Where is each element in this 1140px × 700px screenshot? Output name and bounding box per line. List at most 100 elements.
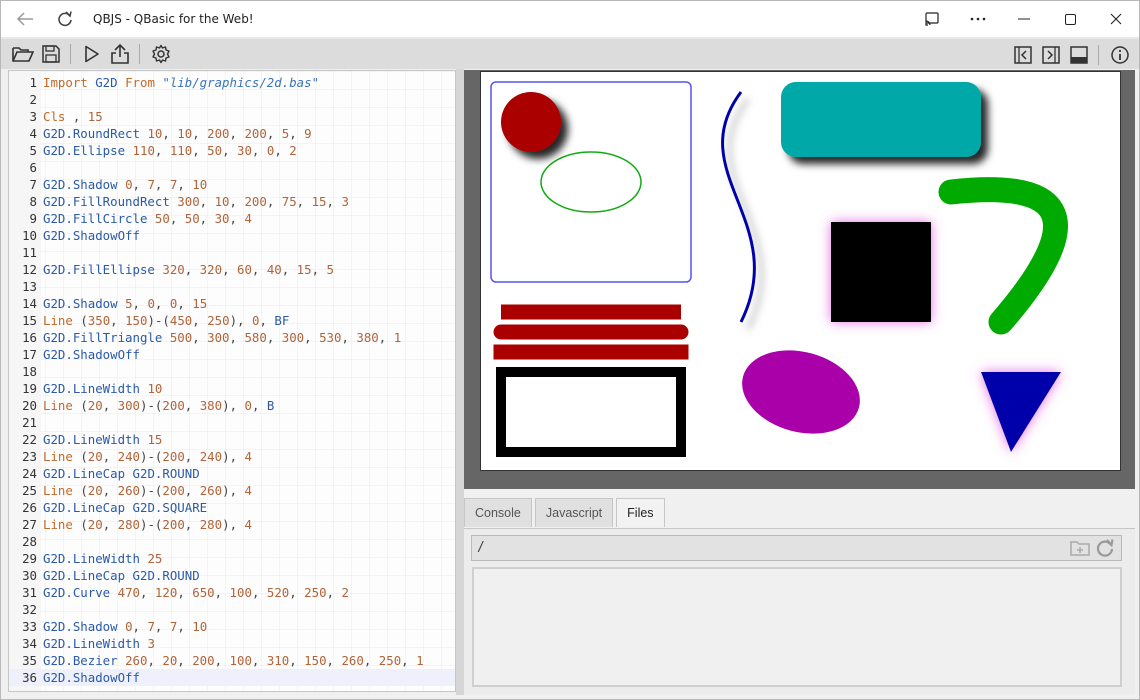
code-line[interactable]: 13 [9,278,455,295]
code-line[interactable]: 2 [9,91,455,108]
settings-icon[interactable] [148,41,174,67]
code-line[interactable]: 31 G2D.Curve 470, 120, 650, 100, 520, 250… [9,584,455,601]
code-token: 260 [199,483,223,498]
code-line[interactable]: 12 G2D.FillEllipse 320, 320, 60, 40, 15, … [9,261,455,278]
code-line[interactable]: 20 Line (20, 300)-(200, 380), 0, B [9,397,455,414]
code-line[interactable]: 11 [9,244,455,261]
file-list[interactable] [472,567,1122,687]
code-line[interactable]: 10 G2D.ShadowOff [9,227,455,244]
green-curve [938,177,1068,335]
code-line[interactable]: 22 G2D.LineWidth 15 [9,431,455,448]
code-token: 0 [125,619,133,634]
code-token: , [289,126,305,141]
code-token: , [184,262,200,277]
code-line[interactable]: 33 G2D.Shadow 0, 7, 7, 10 [9,618,455,635]
collapse-right-icon[interactable] [1038,42,1064,68]
code-token: 15 [147,432,163,447]
code-token: 520 [266,585,290,600]
code-line[interactable]: 21 [9,414,455,431]
window-controls [909,1,1139,37]
info-icon[interactable] [1107,42,1133,68]
code-token: 15 [311,194,327,209]
graphics-canvas[interactable] [480,71,1121,471]
code-token: 260 [117,483,141,498]
code-token: , [296,194,312,209]
more-icon[interactable] [955,1,1001,37]
code-editor[interactable]: 1 Import G2D From "lib/graphics/2d.bas" 2 3… [8,70,456,692]
code-line[interactable]: 3 Cls , 15 [9,108,455,125]
code-token: , [289,653,305,668]
code-token: )-( [140,517,163,532]
code-token: 15 [296,262,312,277]
code-token: , [132,177,148,192]
code-line[interactable]: 32 [9,601,455,618]
code-line[interactable]: 36 G2D.ShadowOff [9,669,455,686]
code-token: , [102,398,118,413]
refresh-icon[interactable] [47,1,83,37]
code-line[interactable]: 27 Line (20, 280)-(200, 280), 4 [9,516,455,533]
code-token: 20 [87,449,103,464]
tab-console[interactable]: Console [464,498,532,527]
code-token: G2D.FillRoundRect [43,194,178,209]
minimize-icon[interactable] [1001,1,1047,37]
code-line[interactable]: 4 G2D.RoundRect 10, 10, 200, 200, 5, 9 [9,125,455,142]
tab-javascript[interactable]: Javascript [534,498,614,527]
code-text: G2D.LineCap G2D.ROUND [43,567,200,584]
cast-icon[interactable] [909,1,955,37]
code-token: 200 [207,126,230,141]
new-folder-icon[interactable] [1070,539,1090,566]
code-line[interactable]: 28 [9,533,455,550]
line-number: 6 [29,160,37,175]
code-line[interactable]: 17 G2D.ShadowOff [9,346,455,363]
code-token: 20 [162,653,178,668]
line-number: 25 [22,483,37,498]
code-line[interactable]: 14 G2D.Shadow 5, 0, 0, 15 [9,295,455,312]
run-icon[interactable] [79,41,105,67]
save-icon[interactable] [38,41,64,67]
code-token: , [251,262,267,277]
share-icon[interactable] [107,41,133,67]
maximize-icon[interactable] [1047,1,1093,37]
code-token: 200 [162,398,185,413]
code-line[interactable]: 5 G2D.Ellipse 110, 110, 50, 30, 0, 2 [9,142,455,159]
code-line[interactable]: 9 G2D.FillCircle 50, 50, 30, 4 [9,210,455,227]
code-token: 3 [147,636,155,651]
code-line[interactable]: 18 [9,363,455,380]
code-line[interactable]: 1 Import G2D From "lib/graphics/2d.bas" [9,74,455,91]
code-token: 4 [244,517,252,532]
code-line[interactable]: 26 G2D.LineCap G2D.SQUARE [9,499,455,516]
code-line[interactable]: 23 Line (20, 240)-(200, 240), 4 [9,448,455,465]
code-line[interactable]: 6 [9,159,455,176]
code-line[interactable]: 16 G2D.FillTriangle 500, 300, 580, 300, 5… [9,329,455,346]
code-text: G2D.Ellipse 110, 110, 50, 30, 0, 2 [43,142,297,159]
code-token: Line [43,449,81,464]
collapse-left-icon[interactable] [1010,42,1036,68]
code-token: ), [222,449,245,464]
code-token: , [229,194,245,209]
panel-bottom-icon[interactable] [1066,42,1092,68]
open-folder-icon[interactable] [10,41,36,67]
code-line[interactable]: 19 G2D.LineWidth 10 [9,380,455,397]
tab-files[interactable]: Files [616,498,665,527]
close-icon[interactable] [1093,1,1139,37]
arrow-left-icon[interactable] [7,1,43,37]
code-line[interactable]: 24 G2D.LineCap G2D.ROUND [9,465,455,482]
vertical-splitter[interactable] [456,69,464,695]
code-line[interactable]: 7 G2D.Shadow 0, 7, 7, 10 [9,176,455,193]
code-line[interactable]: 35 G2D.Bezier 260, 20, 200, 100, 310, 150… [9,652,455,669]
path-field[interactable]: / [471,535,1122,561]
code-line[interactable]: 15 Line (350, 150)-(450, 250), 0, BF [9,312,455,329]
code-token: , [251,585,267,600]
code-line[interactable]: 30 G2D.LineCap G2D.ROUND [9,567,455,584]
refresh-files-icon[interactable] [1095,538,1115,567]
code-line[interactable]: 29 G2D.LineWidth 25 [9,550,455,567]
window-title: QBJS - QBasic for the Web! [93,12,254,26]
code-line[interactable]: 25 Line (20, 260)-(200, 260), 4 [9,482,455,499]
code-line[interactable]: 8 G2D.FillRoundRect 300, 10, 200, 75, 15,… [9,193,455,210]
code-line[interactable]: 34 G2D.LineWidth 3 [9,635,455,652]
code-token: 15 [192,296,208,311]
line-number: 29 [22,551,37,566]
code-token: 300 [117,398,141,413]
code-token: Line [43,517,81,532]
code-token: 10 [214,194,230,209]
